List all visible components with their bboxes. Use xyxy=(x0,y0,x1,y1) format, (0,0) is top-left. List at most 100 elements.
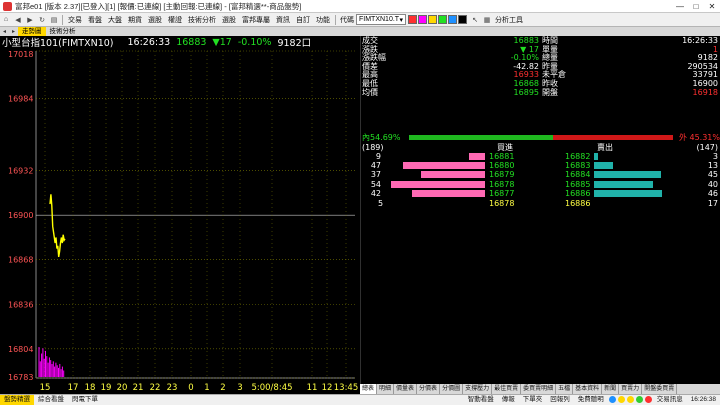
detail-tab[interactable]: 五檔 xyxy=(556,384,574,394)
bid-price[interactable]: 16879 xyxy=(489,170,514,179)
menu-futures[interactable]: 期貨 xyxy=(125,15,145,25)
last-price: 16883 xyxy=(176,36,207,48)
detail-tab[interactable]: 價量表 xyxy=(394,384,418,394)
x-tick-label: 5:00/8:45 xyxy=(251,383,292,393)
forward-icon[interactable]: ▶ xyxy=(25,15,35,25)
quote-panel: 成交 16883 時間 16:26:33 漲跌 ▼ 17 單量 1 漲跌幅 -0.10% 總量 918… xyxy=(360,36,720,394)
code-input[interactable]: FIMTXN10.T ▾ xyxy=(356,14,406,25)
green-swatch-icon[interactable] xyxy=(438,15,447,24)
menu-custom[interactable]: 自訂 xyxy=(293,15,313,25)
status-tab-overview[interactable]: 綜合看盤 xyxy=(34,395,68,405)
menu-technical[interactable]: 技術分析 xyxy=(185,15,219,25)
ask-qty-bar xyxy=(594,162,613,170)
detail-tab[interactable]: 支撐壓力 xyxy=(463,384,493,394)
tab-scroll-left-icon[interactable]: ◂ xyxy=(0,28,9,35)
bid-price[interactable]: 16878 xyxy=(489,180,514,189)
ask-total: (147) xyxy=(696,143,718,152)
status-free-listen[interactable]: 免費聽明 xyxy=(574,395,608,405)
ask-price[interactable]: 16882 xyxy=(565,152,590,161)
order-book-row[interactable]: 9 16881 16882 3 xyxy=(361,152,720,161)
quote-row: 最低 16868 昨收 16900 xyxy=(361,80,720,88)
status-order-folder[interactable]: 下單夾 xyxy=(519,395,547,405)
magenta-swatch-icon[interactable] xyxy=(418,15,427,24)
quote-left-value: 16868 xyxy=(513,79,539,88)
order-book-row[interactable]: 37 16879 16884 45 xyxy=(361,170,720,179)
x-tick-label: 19 xyxy=(101,383,112,393)
detail-tab[interactable]: 明細 xyxy=(377,384,395,394)
tab-scroll-right-icon[interactable]: ▸ xyxy=(9,28,18,35)
y-tick-label: 16984 xyxy=(8,94,33,103)
depth-totals: 5 16878 16886 17 xyxy=(361,199,720,208)
view-tabs: ◂ ▸ 走勢圖 技術分析 xyxy=(0,27,720,36)
detail-tab[interactable]: 分價表 xyxy=(417,384,441,394)
quote-right-label: 昨收 xyxy=(542,79,558,88)
quote-right-value: 16918 xyxy=(692,87,718,97)
menu-watch[interactable]: 看盤 xyxy=(85,15,105,25)
detail-tab[interactable]: 新聞 xyxy=(602,384,620,394)
detail-tab[interactable]: 開盤委買賣 xyxy=(642,384,678,394)
status-light-icon xyxy=(626,396,634,403)
menu-info[interactable]: 資訊 xyxy=(273,15,293,25)
detail-tab[interactable]: 分價圖 xyxy=(440,384,464,394)
red-swatch-icon[interactable] xyxy=(408,15,417,24)
detail-tab[interactable]: 買賣力 xyxy=(619,384,643,394)
detail-tab[interactable]: 最佳買賣 xyxy=(492,384,522,394)
yellow-swatch-icon[interactable] xyxy=(428,15,437,24)
bid-price[interactable]: 16880 xyxy=(489,161,514,170)
status-smart-watch[interactable]: 智動看盤 xyxy=(464,395,498,405)
status-trade-message[interactable]: 交易訊息 xyxy=(653,395,687,405)
y-tick-label: 16783 xyxy=(8,373,33,382)
minimize-button[interactable]: — xyxy=(672,0,688,13)
order-book-row[interactable]: 47 16880 16883 13 xyxy=(361,161,720,170)
menu-warrants[interactable]: 權證 xyxy=(165,15,185,25)
analysis-icon[interactable]: ▦ xyxy=(482,15,492,25)
ask-price[interactable]: 16886 xyxy=(565,189,590,198)
chevron-down-icon[interactable]: ▾ xyxy=(399,16,403,24)
blue-swatch-icon[interactable] xyxy=(448,15,457,24)
status-report[interactable]: 傳報 xyxy=(498,395,519,405)
quote-left-label: 成交 xyxy=(362,36,378,45)
ask-price[interactable]: 16884 xyxy=(565,170,590,179)
ask-qty-bar xyxy=(594,153,598,160)
ask-price[interactable]: 16883 xyxy=(565,161,590,170)
order-book-row[interactable]: 42 16877 16886 46 xyxy=(361,189,720,198)
toolbar-divider xyxy=(335,14,336,25)
intraday-chart[interactable]: 1701816984169321690016868168361680416783… xyxy=(0,48,360,394)
status-tab-quick-order[interactable]: 閃電下單 xyxy=(68,395,102,405)
menu-options[interactable]: 選股 xyxy=(145,15,165,25)
bid-price[interactable]: 16881 xyxy=(489,152,514,161)
black-swatch-icon[interactable] xyxy=(458,15,467,24)
menu-trade[interactable]: 交易 xyxy=(65,15,85,25)
tab-technical[interactable]: 技術分析 xyxy=(46,27,80,36)
maximize-button[interactable]: □ xyxy=(688,0,704,13)
menu-fubon[interactable]: 富邦專屬 xyxy=(239,15,273,25)
refresh-icon[interactable]: ↻ xyxy=(37,15,47,25)
status-reply-list[interactable]: 回報列 xyxy=(546,395,574,405)
menu-screener[interactable]: 選股 xyxy=(219,15,239,25)
x-tick-label: 11 xyxy=(307,383,318,393)
x-tick-label: 15 xyxy=(40,383,51,393)
price-line xyxy=(49,194,66,258)
cursor-icon[interactable]: ↖ xyxy=(470,15,480,25)
tab-trend[interactable]: 走勢圖 xyxy=(18,27,46,36)
print-icon[interactable]: ▤ xyxy=(49,15,59,25)
quote-left-value: 16895 xyxy=(513,87,539,97)
menu-function[interactable]: 功能 xyxy=(313,15,333,25)
detail-tab[interactable]: 委買賣明細 xyxy=(521,384,557,394)
detail-tab[interactable]: 基本資料 xyxy=(573,384,603,394)
order-book-row[interactable]: 54 16878 16885 40 xyxy=(361,180,720,189)
bid-qty-bar xyxy=(421,171,485,179)
ask-price[interactable]: 16885 xyxy=(565,180,590,189)
bid-price[interactable]: 16877 xyxy=(489,189,514,198)
home-icon[interactable]: ⌂ xyxy=(1,15,11,25)
status-tab-market-picks[interactable]: 盤勢精選 xyxy=(0,395,34,405)
ask-qty: 45 xyxy=(707,170,718,180)
close-button[interactable]: ✕ xyxy=(704,0,720,13)
color-swatches xyxy=(408,15,467,24)
ask-label: 賣出 xyxy=(597,143,613,152)
detail-tab[interactable]: 總表 xyxy=(360,384,378,394)
window-title: 富邦e01 [版本 2.37][已登入][1] [報價:已連線] [主動回報:已… xyxy=(15,1,302,11)
analysis-tools-menu[interactable]: 分析工具 xyxy=(493,15,525,25)
menu-market[interactable]: 大盤 xyxy=(105,15,125,25)
back-icon[interactable]: ◀ xyxy=(13,15,23,25)
